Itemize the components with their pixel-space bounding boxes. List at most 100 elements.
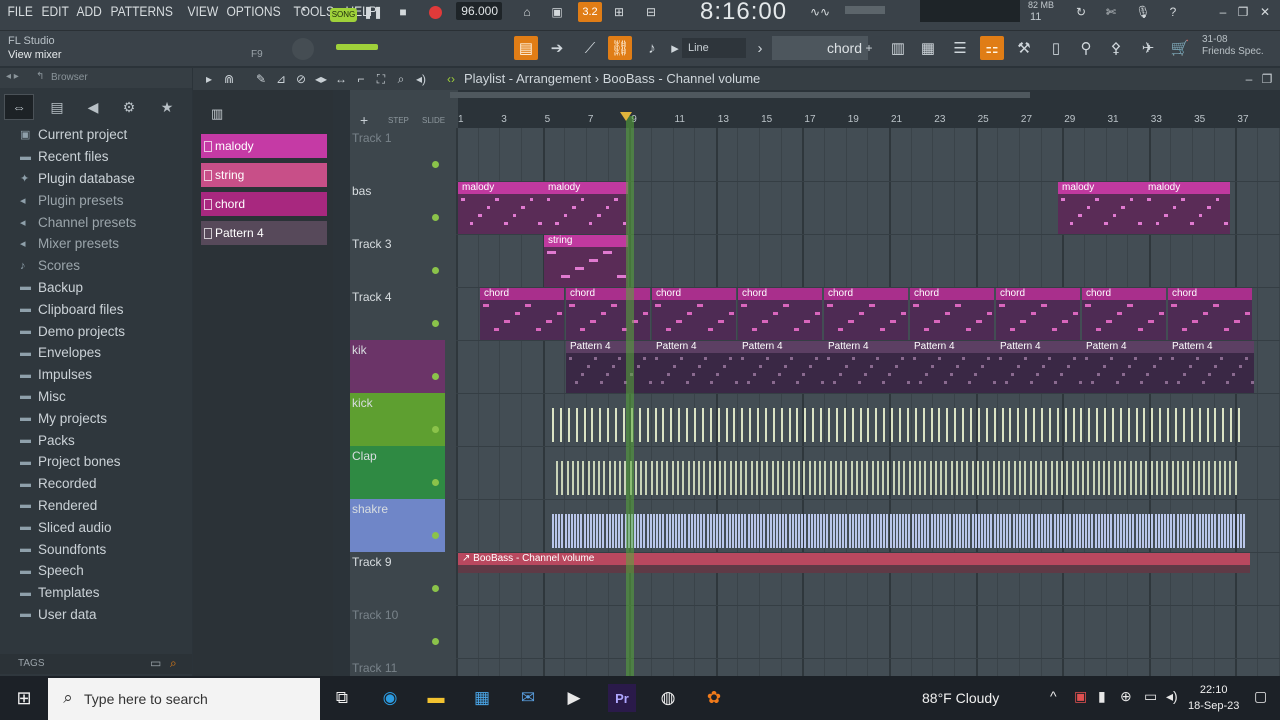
add-pattern-icon[interactable]: +: [862, 36, 876, 60]
windows-start-icon[interactable]: ⊞: [10, 684, 38, 712]
playlist-clip[interactable]: Pattern 4: [1082, 341, 1168, 393]
playlist-clip[interactable]: malody: [1058, 182, 1144, 234]
track-header[interactable]: Track 10: [350, 605, 445, 658]
file-explorer-icon[interactable]: ▬: [422, 684, 450, 712]
audio-clip-strip[interactable]: [552, 394, 1246, 446]
track-header[interactable]: Clap: [350, 446, 445, 499]
playlist-clip[interactable]: Pattern 4: [824, 341, 910, 393]
browser-item[interactable]: ▬ Templates: [0, 582, 192, 604]
browser-item[interactable]: ▬ My projects: [0, 407, 192, 429]
menu-edit[interactable]: EDIT: [38, 0, 72, 22]
microphone-icon[interactable]: 🎙: [1132, 2, 1154, 22]
browser-item[interactable]: ▬ Speech: [0, 560, 192, 582]
playlist-clip[interactable]: Pattern 4: [566, 341, 652, 393]
tab-favorites-icon[interactable]: ★: [152, 94, 182, 120]
browser-item[interactable]: ▣ Current project: [0, 124, 192, 146]
track-enable-led[interactable]: [432, 638, 439, 645]
playlist-clip[interactable]: malody: [1144, 182, 1230, 234]
menu-view[interactable]: VIEW: [184, 0, 222, 22]
browser-item[interactable]: ▬ Sliced audio: [0, 516, 192, 538]
browser-item[interactable]: ✦ Plugin database: [0, 168, 192, 190]
audio-clip-strip[interactable]: [552, 500, 1246, 552]
track-enable-led[interactable]: [432, 532, 439, 539]
master-volume-fader[interactable]: [336, 44, 378, 50]
network-icon[interactable]: ⊕: [1120, 688, 1132, 705]
step-edit-icon[interactable]: ⊞: [608, 2, 630, 22]
track-enable-led[interactable]: [432, 267, 439, 274]
task-view-icon[interactable]: ⧉: [328, 684, 356, 712]
tab-all-icon[interactable]: ⇔: [4, 94, 34, 120]
playlist-clip[interactable]: Pattern 4: [1168, 341, 1254, 393]
slice-tool-icon[interactable]: ⌐: [353, 71, 369, 87]
track-enable-led[interactable]: [432, 585, 439, 592]
browser-item[interactable]: ▬ Misc: [0, 386, 192, 408]
edge-icon[interactable]: ◉: [376, 684, 404, 712]
playhead-marker-icon[interactable]: [620, 112, 632, 121]
browser-item[interactable]: ◂ Mixer presets: [0, 233, 192, 255]
master-pitch-knob[interactable]: [292, 38, 314, 60]
browser-item[interactable]: ▬ Recent files: [0, 146, 192, 168]
pattern-picker-item[interactable]: chord: [201, 192, 327, 216]
browser-item[interactable]: ▬ Packs: [0, 429, 192, 451]
browser-item[interactable]: ▬ Project bones: [0, 451, 192, 473]
mixer-icon[interactable]: ☰: [948, 36, 972, 60]
playlist-clip[interactable]: string: [544, 235, 628, 287]
browser-item[interactable]: ▬ Envelopes: [0, 342, 192, 364]
plugin-picker-icon[interactable]: ⚒: [1012, 36, 1036, 60]
track-header[interactable]: Track 3: [350, 234, 445, 287]
menu-patterns[interactable]: PATTERNS: [107, 0, 176, 22]
step-slide-toggle[interactable]: STEP SLIDE: [356, 98, 446, 125]
arrow-right-icon[interactable]: ➔: [545, 36, 569, 60]
browser-item[interactable]: ♪ Scores: [0, 255, 192, 277]
help-icon[interactable]: ?: [1162, 2, 1184, 22]
playlist-clip[interactable]: Pattern 4: [996, 341, 1082, 393]
pattern-picker-item[interactable]: malody: [201, 134, 327, 158]
metronome-icon[interactable]: ⌂: [516, 2, 538, 22]
playlist-clip[interactable]: chord: [910, 288, 994, 340]
piano-roll-icon[interactable]: ▤: [514, 36, 538, 60]
browser-item[interactable]: ◂ Plugin presets: [0, 189, 192, 211]
tags-bar[interactable]: TAGS ▭ ⌕: [0, 654, 192, 674]
tab-audio-icon[interactable]: ◀: [78, 94, 108, 120]
pause-icon[interactable]: ❚❚: [362, 2, 384, 22]
playlist-clip[interactable]: Pattern 4: [910, 341, 996, 393]
delete-tool-icon[interactable]: ⊘: [293, 71, 309, 87]
pattern-picker-item[interactable]: Pattern 4: [201, 221, 327, 245]
back-icon[interactable]: ↰: [36, 71, 44, 82]
pattern-picker-item[interactable]: string: [201, 163, 327, 187]
playhead[interactable]: [626, 116, 634, 676]
news-panel[interactable]: 31-08 Friends Spec.: [1202, 34, 1264, 58]
track-enable-led[interactable]: [432, 214, 439, 221]
playlist-clip[interactable]: Pattern 4: [652, 341, 738, 393]
taskbar-search[interactable]: Type here to search: [48, 678, 320, 720]
browser-item[interactable]: ▬ Recorded: [0, 473, 192, 495]
loop-record-icon[interactable]: ▣: [546, 2, 568, 22]
wait-input-icon[interactable]: ⊟: [640, 2, 662, 22]
tab-plugins-icon[interactable]: ⚙: [114, 94, 144, 120]
track-header[interactable]: kik: [350, 340, 445, 393]
search-icon[interactable]: ⌕: [170, 656, 177, 671]
track-enable-led[interactable]: [432, 426, 439, 433]
minimize-icon[interactable]: –: [1241, 71, 1257, 87]
microphone-icon[interactable]: ▮: [1098, 688, 1106, 705]
maximize-icon[interactable]: ❐: [1232, 2, 1254, 22]
slip-tool-icon[interactable]: ↔: [333, 71, 349, 87]
browser-item[interactable]: ▬ User data: [0, 604, 192, 626]
link-icon[interactable]: ⛓: [608, 36, 632, 60]
record-icon[interactable]: [424, 2, 446, 22]
close-icon[interactable]: ✕: [1254, 2, 1276, 22]
weather[interactable]: 88°F Cloudy: [922, 690, 999, 706]
playlist-clip[interactable]: malody: [458, 182, 544, 234]
menu-file[interactable]: FILE: [4, 0, 36, 22]
playlist-clip[interactable]: chord: [1168, 288, 1252, 340]
cart-icon[interactable]: 🛒: [1168, 36, 1192, 60]
channel-rack-icon[interactable]: ▦: [916, 36, 940, 60]
tools-icon[interactable]: ✄: [1100, 2, 1122, 22]
snap-selector[interactable]: Line: [682, 38, 746, 58]
pattern-number[interactable]: 3.2: [578, 2, 602, 22]
playlist-clip[interactable]: chord: [652, 288, 736, 340]
minimize-icon[interactable]: –: [1212, 2, 1234, 22]
arrangement-grid[interactable]: malody malody malody malody string chord chord…: [456, 128, 1280, 676]
battery-icon[interactable]: ▭: [1144, 688, 1157, 705]
brush-icon[interactable]: ✈: [1136, 36, 1160, 60]
